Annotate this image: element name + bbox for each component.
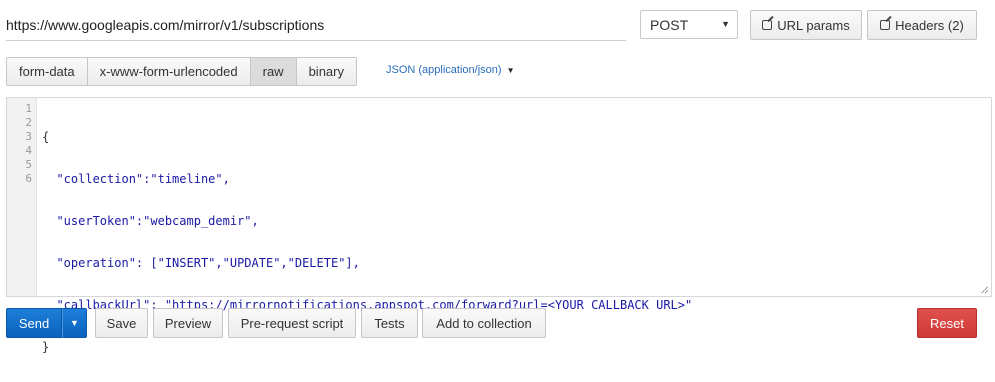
headers-button[interactable]: Headers (2) — [867, 10, 977, 40]
headers-label: Headers (2) — [895, 17, 964, 33]
reset-button[interactable]: Reset — [917, 308, 977, 338]
code-content[interactable]: { "collection":"timeline", "userToken":"… — [42, 102, 692, 382]
content-type-label: JSON (application/json) — [386, 64, 502, 76]
resize-handle[interactable] — [981, 286, 988, 293]
send-options-caret-icon[interactable]: ▼ — [62, 308, 87, 338]
preview-button[interactable]: Preview — [153, 308, 223, 338]
send-button[interactable]: Send — [6, 308, 62, 338]
line-number: 5 — [25, 158, 32, 171]
add-to-collection-button[interactable]: Add to collection — [422, 308, 546, 338]
body-type-tabs: form-data x-www-form-urlencoded raw bina… — [6, 57, 357, 86]
chevron-down-icon: ▼ — [721, 19, 730, 29]
raw-body-editor[interactable]: 1 2 3 4 5 6 { "collection":"timeline", "… — [6, 97, 992, 354]
method-select[interactable]: POST ▼ — [640, 10, 738, 39]
line-number: 3 — [25, 130, 32, 143]
method-select-value: POST — [650, 16, 689, 33]
line-number-gutter: 1 2 3 4 5 6 — [7, 98, 37, 296]
send-button-group: Send ▼ — [6, 308, 87, 338]
content-type-dropdown[interactable]: JSON (application/json) ▼ — [386, 64, 514, 76]
url-params-button[interactable]: URL params — [750, 10, 862, 40]
tests-button[interactable]: Tests — [361, 308, 418, 338]
tab-x-www-form-urlencoded[interactable]: x-www-form-urlencoded — [87, 58, 251, 85]
code-line: "collection":"timeline", — [42, 172, 230, 186]
code-line: { — [42, 130, 50, 144]
save-button[interactable]: Save — [95, 308, 148, 338]
request-url-input[interactable] — [6, 10, 626, 41]
line-number: 2 — [25, 116, 32, 129]
caret-down-icon: ▼ — [506, 65, 515, 75]
tab-raw[interactable]: raw — [250, 58, 297, 85]
code-line: "operation": ["INSERT","UPDATE","DELETE"… — [42, 256, 360, 270]
code-line: "userToken":"webcamp_demir", — [42, 214, 259, 228]
line-number: 6 — [25, 172, 32, 185]
edit-icon — [762, 20, 773, 30]
tab-binary[interactable]: binary — [296, 58, 356, 85]
edit-icon — [880, 20, 891, 30]
pre-request-script-button[interactable]: Pre-request script — [228, 308, 356, 338]
code-line: } — [42, 340, 50, 354]
line-number: 4 — [25, 144, 32, 157]
line-number: 1 — [25, 102, 32, 115]
url-params-label: URL params — [777, 17, 850, 33]
tab-form-data[interactable]: form-data — [7, 58, 88, 85]
